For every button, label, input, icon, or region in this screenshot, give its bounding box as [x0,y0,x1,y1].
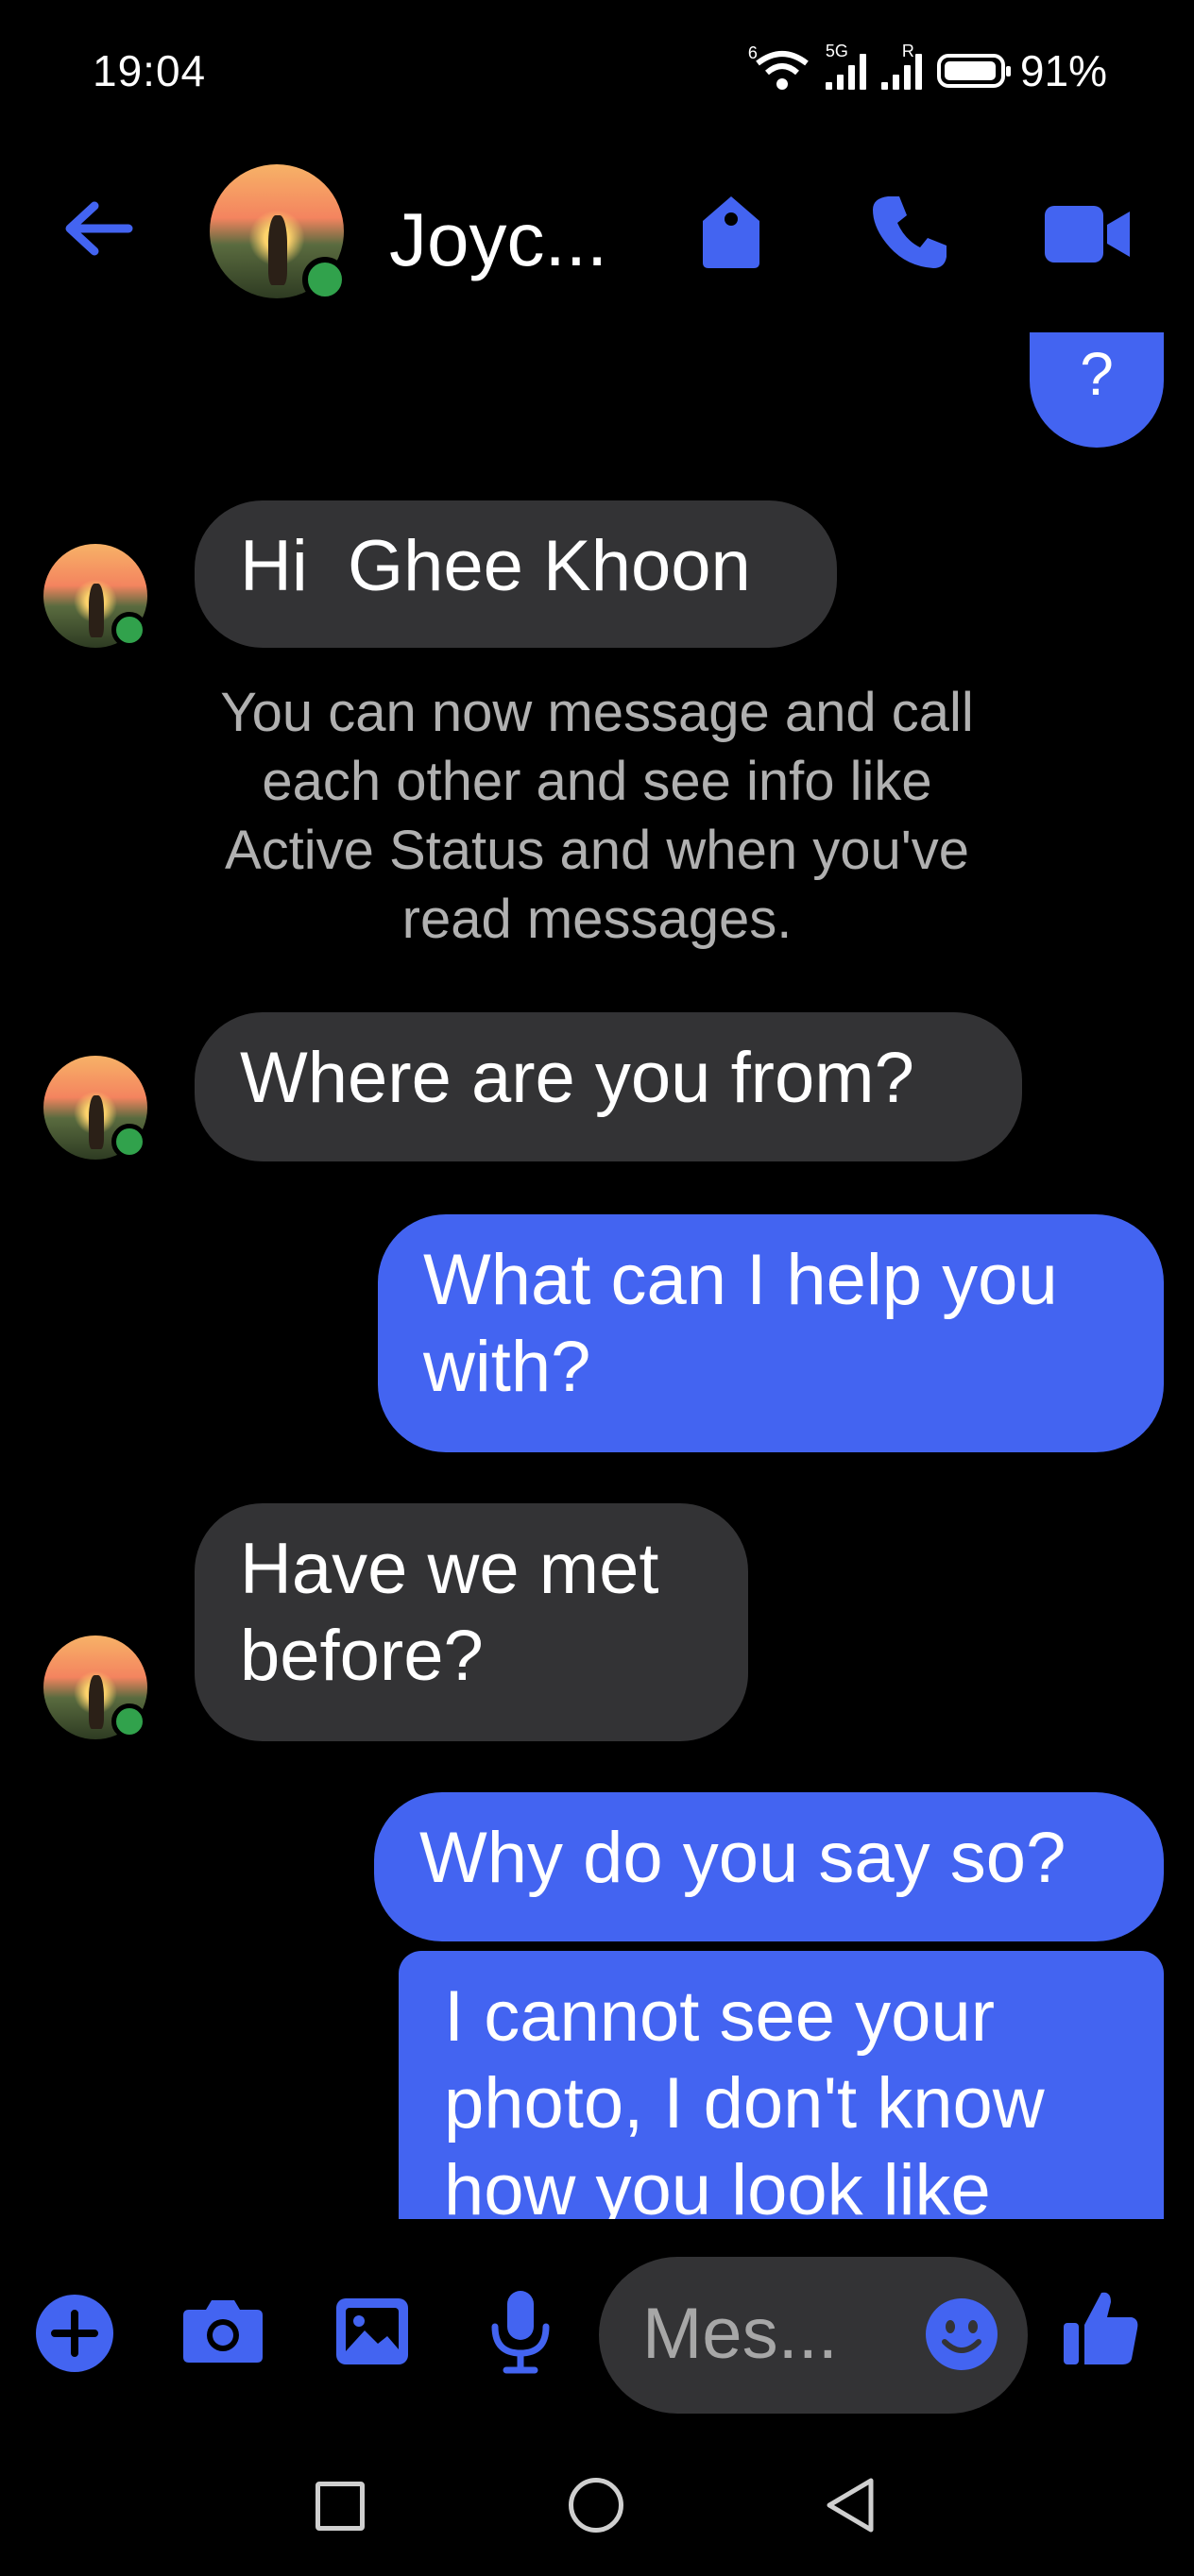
back-triangle-icon [827,2478,874,2533]
sender-avatar [43,544,147,648]
phone-icon[interactable] [869,193,950,277]
message-placeholder: Mes... [642,2294,838,2374]
cellular-signal-2-icon: R [880,42,922,90]
connection-info-text: You can now message and call each other … [220,682,974,950]
wifi-icon: 6 [748,44,810,92]
status-time: 19:04 [93,46,207,95]
video-camera-icon[interactable] [1043,204,1132,269]
tag-icon[interactable] [695,193,767,277]
battery-percent: 91% [1019,46,1107,95]
status-indicators: 6 5G R 91% [748,42,1107,96]
online-status-dot [111,612,147,648]
gallery-button[interactable] [334,2296,410,2371]
camera-button[interactable] [181,2295,264,2369]
home-button[interactable] [569,2478,623,2533]
thumbs-up-icon [1064,2292,1138,2364]
outgoing-message[interactable]: Why do you say so? [374,1792,1164,1941]
network-type-label: 5G [825,42,848,60]
cellular-signal-icon: 5G [825,42,866,90]
wifi-superscript: 6 [747,43,758,62]
microphone-button[interactable] [489,2289,552,2379]
recent-apps-button[interactable] [316,2482,365,2531]
message-list[interactable]: ? Hi Ghee Khoon You can now message and … [0,321,1194,2219]
outgoing-message[interactable]: I cannot see your photo, I don't know ho… [399,1951,1164,2219]
roaming-indicator: R [901,42,914,60]
sender-avatar [43,1635,147,1739]
online-status-dot [111,1703,147,1739]
emoji-icon[interactable] [924,2296,999,2372]
sender-avatar [43,1056,147,1160]
online-status-dot [302,257,348,302]
incoming-message[interactable]: Hi Ghee Khoon [195,500,837,648]
microphone-icon [491,2291,550,2374]
system-back-button[interactable] [824,2476,877,2539]
incoming-message[interactable]: Where are you from? [195,1012,1022,1161]
back-button[interactable] [60,198,145,264]
camera-icon [183,2300,263,2363]
contact-name[interactable]: Joyc... [389,196,607,283]
battery-icon [936,54,1011,88]
like-button[interactable] [1060,2287,1141,2373]
plus-icon [36,2295,113,2372]
back-arrow-icon [65,201,133,256]
outgoing-message[interactable]: ? [1030,332,1164,448]
message-input[interactable]: Mes... [599,2257,1028,2414]
online-status-dot [111,1124,147,1160]
gallery-icon [336,2298,408,2364]
outgoing-message[interactable]: What can I help you with? [378,1214,1164,1452]
incoming-message[interactable]: Have we met before? [195,1503,748,1741]
plus-button[interactable] [34,2293,115,2379]
contact-avatar[interactable] [210,164,348,302]
